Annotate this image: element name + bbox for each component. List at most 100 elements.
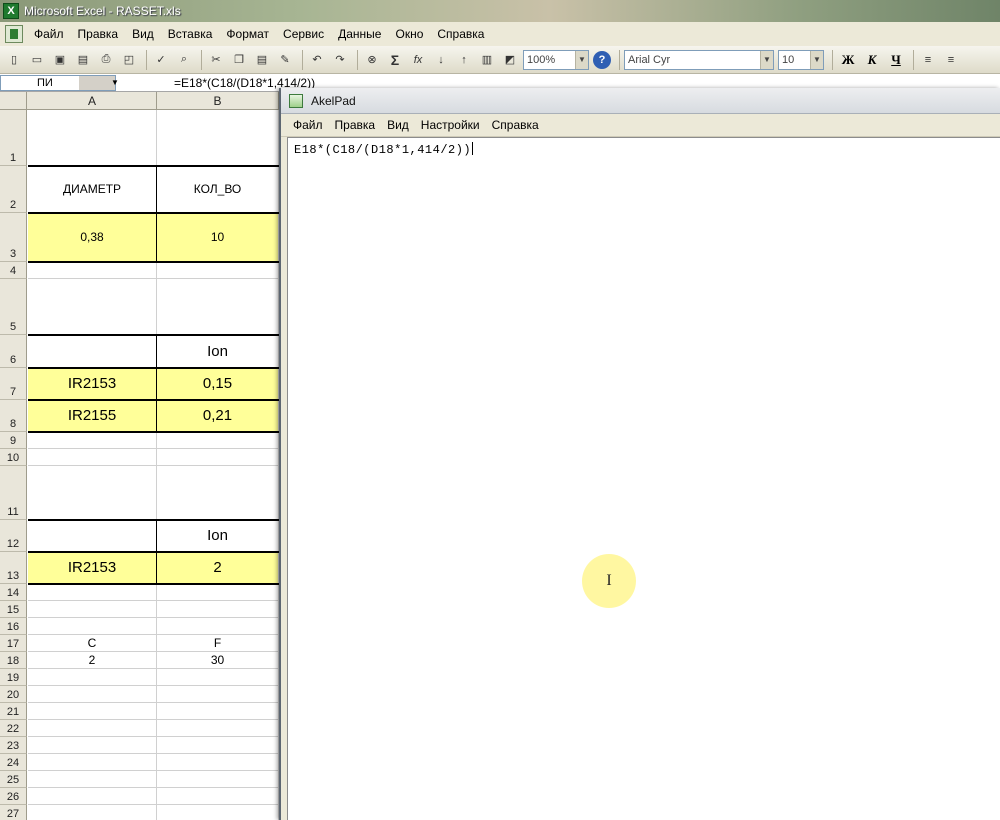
row-header[interactable]: 14 [0,584,27,601]
row-header[interactable]: 6 [0,335,27,368]
row-header[interactable]: 7 [0,368,27,400]
research-icon[interactable]: ⌕ [174,50,194,70]
cell-a2[interactable]: ДИАМЕТР [28,166,157,213]
cell-b14[interactable] [157,584,279,601]
cell-b6[interactable]: Ion [157,335,279,368]
akelpad-text-area[interactable]: E18*(C18/(D18*1,414/2)) I [287,137,1000,820]
format-painter-icon[interactable]: ✎ [275,50,295,70]
row-header[interactable]: 1 [0,110,27,166]
cell-b5[interactable] [157,279,279,335]
chevron-down-icon[interactable]: ▼ [575,50,588,69]
insert-function-icon[interactable]: fx [408,50,428,70]
chevron-down-icon[interactable]: ▼ [760,50,773,69]
cell-a11[interactable] [28,466,157,520]
cell-b19[interactable] [157,669,279,686]
cell-a18[interactable]: 2 [28,652,157,669]
cell-a9[interactable] [28,432,157,449]
cell-b20[interactable] [157,686,279,703]
print-icon[interactable]: ⎙ [96,50,116,70]
cell-b17[interactable]: F [157,635,279,652]
font-size-select[interactable]: 10 ▼ [778,49,824,70]
cell-b18[interactable]: 30 [157,652,279,669]
column-header-b[interactable]: B [157,92,279,110]
row-header[interactable]: 18 [0,652,27,669]
cell-a14[interactable] [28,584,157,601]
cell-a22[interactable] [28,720,157,737]
cell-a13[interactable]: IR2153 [28,552,157,584]
cell-a20[interactable] [28,686,157,703]
cell-b7[interactable]: 0,15 [157,368,279,400]
cell-a4[interactable] [28,262,157,279]
cell-b21[interactable] [157,703,279,720]
cell-a23[interactable] [28,737,157,754]
row-header[interactable]: 24 [0,754,27,771]
undo-icon[interactable]: ↶ [307,50,327,70]
cell-b2[interactable]: КОЛ_ВО [157,166,279,213]
cell-a3[interactable]: 0,38 [28,213,157,262]
row-header[interactable]: 10 [0,449,27,466]
row-header[interactable]: 9 [0,432,27,449]
menu-window[interactable]: Окно [388,22,430,46]
row-header[interactable]: 4 [0,262,27,279]
row-header[interactable]: 12 [0,520,27,552]
cell-b25[interactable] [157,771,279,788]
workbook-icon[interactable] [5,25,23,43]
cell-a8[interactable]: IR2155 [28,400,157,432]
row-header[interactable]: 23 [0,737,27,754]
cell-a25[interactable] [28,771,157,788]
redo-icon[interactable]: ↷ [330,50,350,70]
chevron-down-icon[interactable]: ▼ [79,75,119,90]
row-header[interactable]: 13 [0,552,27,584]
menu-edit[interactable]: Правка [71,22,126,46]
chart-wizard-icon[interactable]: ▥ [477,50,497,70]
cell-a26[interactable] [28,788,157,805]
menu-insert[interactable]: Вставка [161,22,220,46]
copy-icon[interactable]: ❐ [229,50,249,70]
name-box[interactable]: ПИ ▼ [0,74,119,91]
row-header[interactable]: 20 [0,686,27,703]
autosum-icon[interactable]: Σ [385,50,405,70]
row-header[interactable]: 16 [0,618,27,635]
cell-a16[interactable] [28,618,157,635]
cell-a21[interactable] [28,703,157,720]
cell-b11[interactable] [157,466,279,520]
cell-a27[interactable] [28,805,157,820]
row-header[interactable]: 2 [0,166,27,213]
cell-a19[interactable] [28,669,157,686]
row-header[interactable]: 8 [0,400,27,432]
cell-a15[interactable] [28,601,157,618]
menu-file[interactable]: Файл [27,22,71,46]
cell-b1[interactable] [157,110,279,166]
align-left-icon[interactable]: ≡ [918,50,938,70]
help-icon[interactable]: ? [593,50,611,69]
cell-b9[interactable] [157,432,279,449]
print-preview-icon[interactable]: ◰ [119,50,139,70]
column-header-a[interactable]: A [28,92,157,110]
cell-b4[interactable] [157,262,279,279]
cell-b15[interactable] [157,601,279,618]
cell-a6[interactable] [28,335,157,368]
zoom-select[interactable]: 100% ▼ [523,49,589,70]
cell-b13[interactable]: 2 [157,552,279,584]
row-header[interactable]: 26 [0,788,27,805]
sort-descending-icon[interactable]: ↑ [454,50,474,70]
cell-a1[interactable] [28,110,157,166]
cell-b22[interactable] [157,720,279,737]
sort-ascending-icon[interactable]: ↓ [431,50,451,70]
select-all-corner[interactable] [0,92,27,110]
akel-menu-file[interactable]: Файл [287,118,329,132]
chevron-down-icon[interactable]: ▼ [810,50,823,69]
new-document-icon[interactable]: ▯ [4,50,24,70]
row-header[interactable]: 22 [0,720,27,737]
row-header[interactable]: 5 [0,279,27,335]
cell-b24[interactable] [157,754,279,771]
row-header[interactable]: 25 [0,771,27,788]
italic-button[interactable]: К [861,50,883,70]
menu-format[interactable]: Формат [219,22,276,46]
menu-tools[interactable]: Сервис [276,22,331,46]
akelpad-title-bar[interactable]: AkelPad [281,88,1000,114]
cell-b12[interactable]: Ion [157,520,279,552]
akel-menu-edit[interactable]: Правка [329,118,382,132]
cell-b8[interactable]: 0,21 [157,400,279,432]
cell-a12[interactable] [28,520,157,552]
